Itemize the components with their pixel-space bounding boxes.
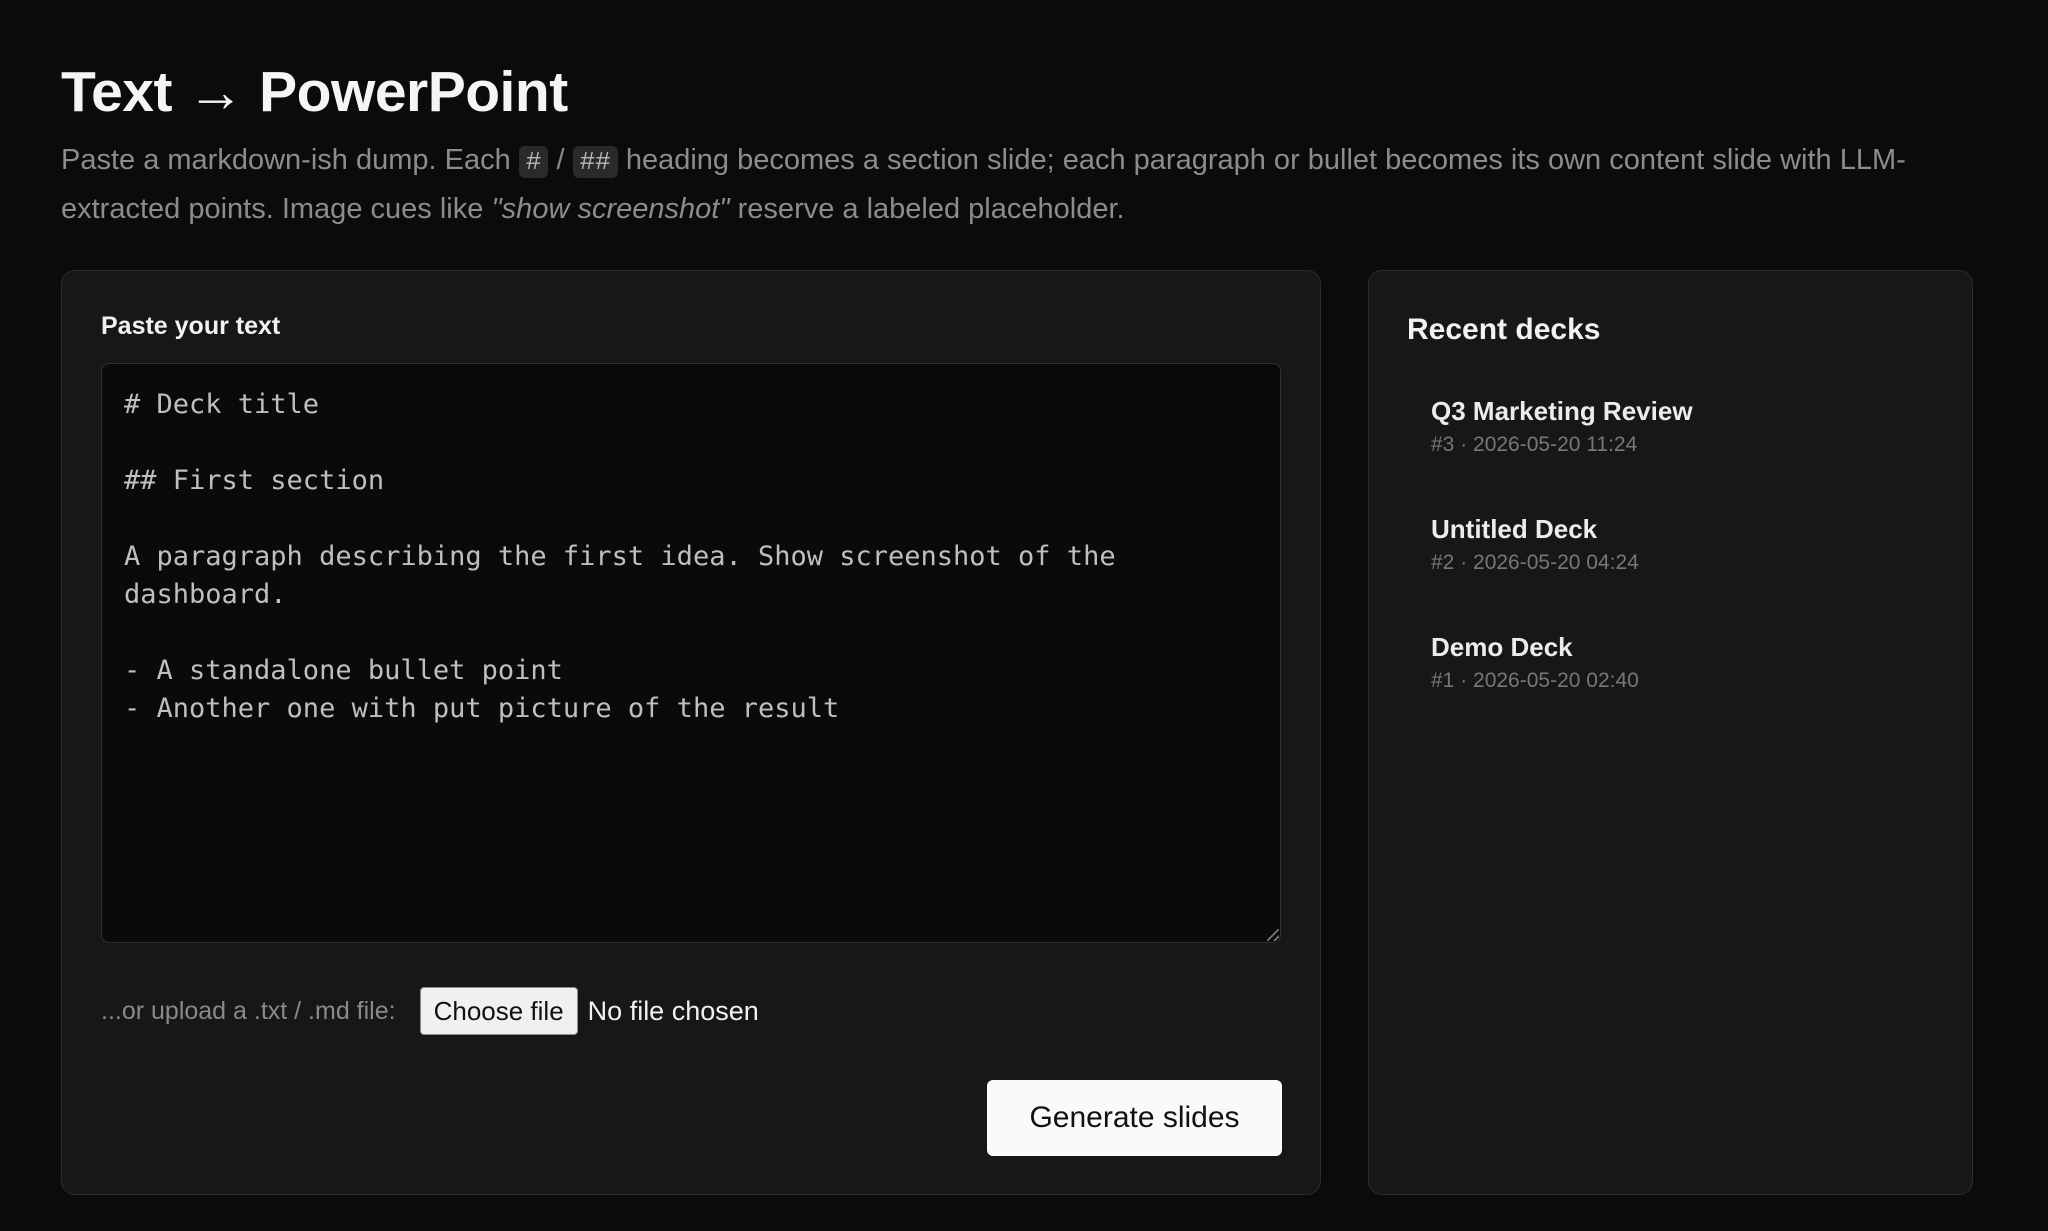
page-description: Paste a markdown-ish dump. Each # / ## h… <box>61 137 1991 233</box>
generate-slides-button[interactable]: Generate slides <box>987 1080 1282 1156</box>
deck-meta: #3 · 2026-05-20 11:24 <box>1431 433 1638 456</box>
file-status: No file chosen <box>587 995 759 1026</box>
recent-decks-card: Recent decks Q3 Marketing Review #3 · 20… <box>1368 270 1973 1195</box>
deck-item[interactable]: Q3 Marketing Review #3 · 2026-05-20 11:2… <box>1431 395 1931 513</box>
text-input-area[interactable]: # Deck title ## First section A paragrap… <box>101 363 1281 943</box>
recent-decks-list: Q3 Marketing Review #3 · 2026-05-20 11:2… <box>1431 395 1931 749</box>
deck-meta: #2 · 2026-05-20 04:24 <box>1431 551 1639 574</box>
deck-meta: #1 · 2026-05-20 02:40 <box>1431 669 1639 692</box>
description-separator: / <box>548 144 573 176</box>
page: Text → PowerPoint Paste a markdown-ish d… <box>0 0 2048 1231</box>
description-text: Paste a markdown-ish dump. Each <box>61 144 519 176</box>
upload-row: ...or upload a .txt / .md file: Choose f… <box>101 986 759 1036</box>
deck-item[interactable]: Untitled Deck #2 · 2026-05-20 04:24 <box>1431 513 1931 631</box>
deck-name[interactable]: Q3 Marketing Review <box>1431 395 1931 427</box>
code-heading-1: # <box>518 146 549 178</box>
recent-decks-title: Recent decks <box>1407 313 1601 346</box>
code-heading-2: ## <box>572 146 618 178</box>
page-title: Text → PowerPoint <box>61 60 568 124</box>
choose-file-button[interactable]: Choose file <box>419 987 578 1035</box>
resize-handle-icon[interactable] <box>1267 929 1279 941</box>
input-card: Paste your text # Deck title ## First se… <box>61 270 1321 1195</box>
description-text: reserve a labeled placeholder. <box>729 193 1125 225</box>
paste-text-label: Paste your text <box>101 312 281 340</box>
deck-name[interactable]: Demo Deck <box>1431 631 1931 663</box>
upload-label: ...or upload a .txt / .md file: <box>101 996 396 1025</box>
description-emphasis: "show screenshot" <box>491 193 730 225</box>
deck-name[interactable]: Untitled Deck <box>1431 513 1931 545</box>
deck-item[interactable]: Demo Deck #1 · 2026-05-20 02:40 <box>1431 631 1931 749</box>
